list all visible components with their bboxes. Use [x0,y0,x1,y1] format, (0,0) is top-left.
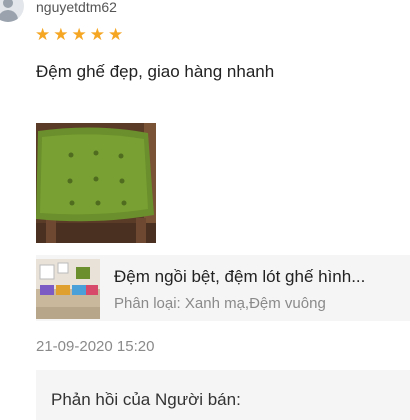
star-icon: ★ [53,25,69,44]
avatar-body [0,10,18,22]
review-comment: Đệm ghế đẹp, giao hàng nhanh [36,62,275,81]
star-icon: ★ [108,25,124,44]
star-icon: ★ [89,25,105,44]
star-icon: ★ [71,25,87,44]
product-card[interactable]: Đệm ngồi bệt, đệm lót ghế hình... Phân l… [36,255,410,321]
user-avatar-icon[interactable] [0,0,24,22]
rating-stars: ★ ★ ★ ★ ★ [35,26,123,44]
product-name[interactable]: Đệm ngồi bệt, đệm lót ghế hình... [114,267,365,287]
review-photo[interactable] [36,123,156,243]
seller-reply-title: Phản hồi của Người bán: [51,390,241,409]
star-icon: ★ [35,25,51,44]
reviewer-username[interactable]: nguyetdtm62 [36,0,117,15]
seller-reply-box: Phản hồi của Người bán: [36,370,410,420]
product-thumbnail [36,259,100,319]
product-thumbnail-illustration [36,259,100,319]
cushion-photo-illustration [36,123,156,243]
product-variant: Phân loại: Xanh mạ,Đệm vuông [114,295,326,312]
avatar-head [3,0,13,8]
review-timestamp: 21-09-2020 15:20 [36,338,155,355]
